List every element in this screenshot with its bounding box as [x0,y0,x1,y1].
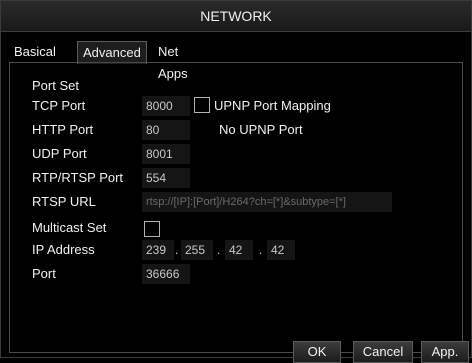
tcp-port-field[interactable]: 8000 [142,96,190,116]
ip-dot-separator: . [175,243,179,257]
ip-octet-1[interactable]: 239 [142,240,174,260]
multicast-port-field[interactable]: 36666 [142,264,190,284]
rtsp-url-field: rtsp://[IP]:[Port]/H264?ch=[*]&subtype=[… [142,192,392,212]
tcp-port-label: TCP Port [32,98,86,113]
tab-basical[interactable]: Basical [9,41,61,63]
upnp-checkbox[interactable] [194,97,210,113]
upnp-label: UPNP Port Mapping [214,98,331,113]
title-bar: NETWORK [1,1,471,32]
window-title: NETWORK [200,8,272,24]
http-port-label: HTTP Port [32,122,94,137]
ip-octet-3[interactable]: 42 [225,240,253,260]
ip-octet-4[interactable]: 42 [267,240,295,260]
rtp-rtsp-port-label: RTP/RTSP Port [32,170,124,185]
ip-address-label: IP Address [32,242,95,257]
http-port-field[interactable]: 80 [142,120,190,140]
ip-octet-2[interactable]: 255 [181,240,213,260]
ok-button[interactable]: OK [293,341,341,363]
multicast-checkbox[interactable] [144,221,160,237]
ip-dot-separator: . [259,243,263,257]
udp-port-field[interactable]: 8001 [142,144,190,164]
network-window: NETWORK Basical Advanced Net Apps Port S… [0,0,472,363]
rtsp-url-label: RTSP URL [32,194,96,209]
upnp-status-text: No UPNP Port [219,122,303,137]
udp-port-label: UDP Port [32,146,87,161]
tab-net-apps[interactable]: Net Apps [153,41,193,81]
rtp-rtsp-port-field[interactable]: 554 [142,168,190,188]
multicast-port-label: Port [32,266,56,281]
apply-button[interactable]: App. [421,341,469,363]
ip-dot-separator: . [217,243,221,257]
tab-advanced[interactable]: Advanced [77,41,147,64]
multicast-set-label: Multicast Set [32,220,107,235]
port-set-label: Port Set [32,78,79,93]
cancel-button[interactable]: Cancel [353,341,413,363]
